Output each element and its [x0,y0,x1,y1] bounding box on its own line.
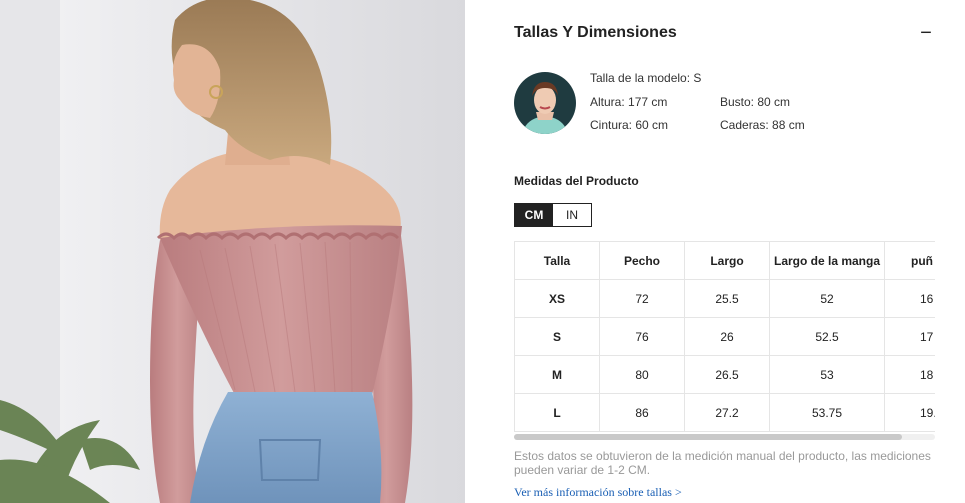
model-hips: Caderas: 88 cm [720,118,805,132]
model-waist: Cintura: 60 cm [590,118,669,132]
unit-cm-button[interactable]: CM [515,204,553,226]
table-cell: S [514,317,600,356]
table-cell: 17 [884,317,935,356]
table-cell: 16 [884,279,935,318]
product-photo [0,0,465,503]
header-chest: Pecho [599,241,685,280]
model-bust: Busto: 80 cm [720,95,791,109]
table-cell: 53 [769,355,885,394]
measurement-disclaimer: Estos datos se obtuvieron de la medición… [514,449,931,477]
unit-toggle: CM IN [514,203,592,227]
table-cell: 76 [599,317,685,356]
model-portrait-icon [514,72,576,134]
table-cell: 72 [599,279,685,318]
header-length: Largo [684,241,770,280]
table-cell: 52.5 [769,317,885,356]
product-image [0,0,465,503]
table-cell: L [514,393,600,432]
table-cell: 18 [884,355,935,394]
size-table-container: Talla Pecho Largo Largo de la manga puñ … [514,241,935,433]
collapse-button[interactable]: − [918,22,934,44]
table-cell: 86 [599,393,685,432]
table-cell: 52 [769,279,885,318]
table-cell: M [514,355,600,394]
table-cell: XS [514,279,600,318]
unit-in-button[interactable]: IN [553,204,591,226]
header-cuff: puñ [884,241,935,280]
table-cell: 80 [599,355,685,394]
table-cell: 26 [684,317,770,356]
table-cell: 53.75 [769,393,885,432]
panel-title: Tallas Y Dimensiones [514,24,677,41]
table-header-row: Talla Pecho Largo Largo de la manga puñ [514,241,935,280]
table-horizontal-scrollbar[interactable] [514,434,935,440]
table-row: M 80 26.5 53 18 [514,355,935,394]
scrollbar-thumb[interactable] [514,434,902,440]
header-sleeve-length: Largo de la manga [769,241,885,280]
product-measurements-title: Medidas del Producto [514,174,639,188]
table-cell: 27.2 [684,393,770,432]
table-cell: 19.5 [884,393,935,432]
size-table: Talla Pecho Largo Largo de la manga puñ … [514,241,935,432]
table-cell: 25.5 [684,279,770,318]
header-size: Talla [514,241,600,280]
model-avatar [514,72,576,134]
table-cell: 26.5 [684,355,770,394]
table-row: L 86 27.2 53.75 19.5 [514,393,935,432]
table-row: XS 72 25.5 52 16 [514,279,935,318]
size-panel: Tallas Y Dimensiones − Talla de la model… [514,0,935,503]
model-height: Altura: 177 cm [590,95,668,109]
table-row: S 76 26 52.5 17 [514,317,935,356]
model-size: Talla de la modelo: S [590,71,702,85]
more-size-info-link[interactable]: Ver más información sobre tallas > [514,485,682,500]
